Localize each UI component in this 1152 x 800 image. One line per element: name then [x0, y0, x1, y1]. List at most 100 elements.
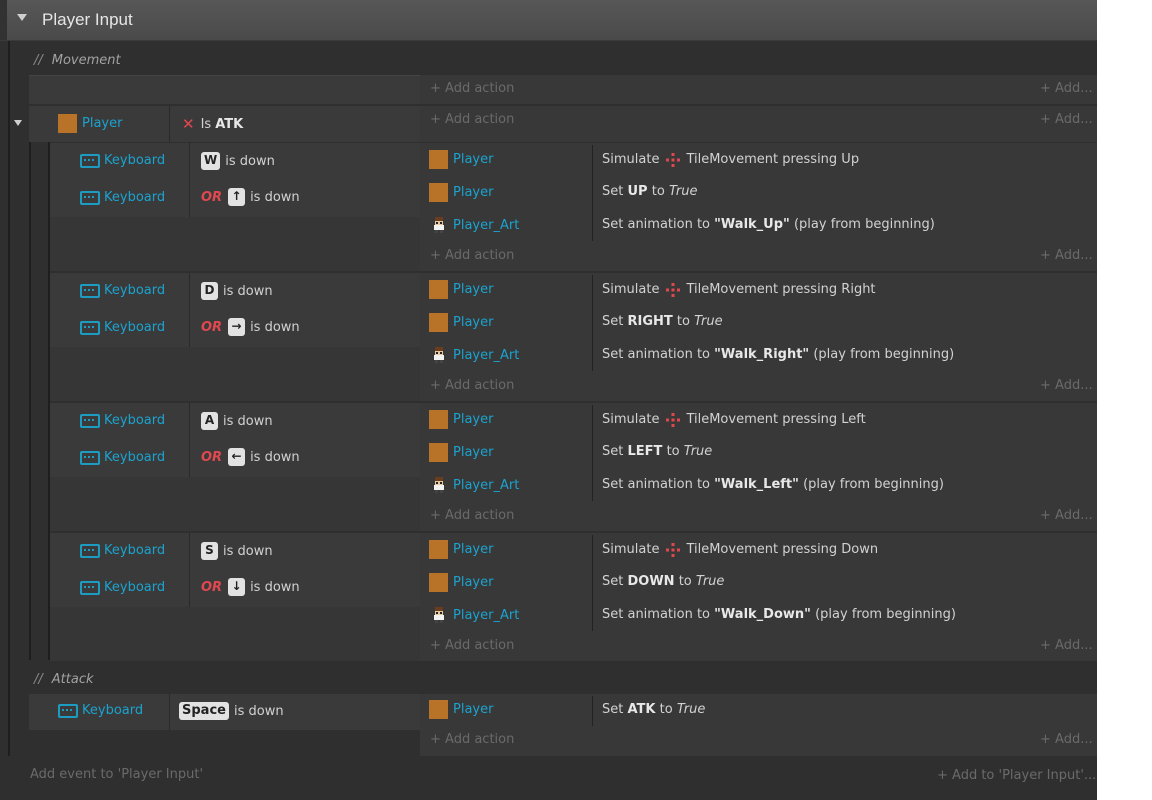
action-simulate[interactable]: Simulate TileMovement pressing Left — [602, 412, 866, 427]
action-object[interactable]: Player — [429, 700, 493, 719]
action-text: (play from beginning) — [815, 607, 956, 622]
animation-name: "Walk_Up" — [714, 217, 790, 232]
add-other-link[interactable]: + Add... — [1040, 378, 1093, 393]
condition-key-down[interactable]: W is down — [201, 152, 275, 170]
condition-or-key-down[interactable]: OR → is down — [201, 318, 300, 336]
action-object[interactable]: Player_Art — [432, 217, 519, 233]
key-badge: ← — [228, 448, 246, 466]
condition-object[interactable]: Keyboard — [80, 153, 165, 168]
condition-or-key-down[interactable]: OR ↓ is down — [201, 578, 300, 596]
action-object[interactable]: Player — [429, 150, 493, 169]
action-simulate[interactable]: Simulate TileMovement pressing Right — [602, 282, 876, 297]
cell-divider — [169, 694, 170, 730]
object-name: Player — [453, 152, 494, 167]
action-set-variable[interactable]: Set UP to True — [602, 184, 697, 199]
cell-divider — [169, 106, 170, 142]
event-player-atk-actions — [420, 106, 1097, 142]
action-set-atk[interactable]: Set ATK to True — [602, 702, 705, 717]
add-other-link[interactable]: + Add... — [1040, 732, 1093, 747]
empty-event-conditions[interactable] — [29, 75, 420, 104]
condition-or-key-down[interactable]: OR ← is down — [201, 448, 300, 466]
add-action-link[interactable]: + Add action — [430, 248, 514, 263]
cell-divider — [189, 273, 190, 347]
action-object[interactable]: Player — [429, 573, 493, 592]
condition-object[interactable]: Keyboard — [80, 413, 165, 428]
collapse-triangle-icon[interactable] — [17, 14, 27, 21]
add-other-link[interactable]: + Add... — [1040, 81, 1093, 96]
keyboard-icon — [80, 413, 100, 428]
add-other-link[interactable]: + Add... — [1040, 508, 1093, 523]
add-action-link[interactable]: + Add action — [430, 112, 514, 127]
or-label: OR — [201, 189, 223, 205]
action-set-variable[interactable]: Set LEFT to True — [602, 444, 712, 459]
comment-movement[interactable]: // Movement — [29, 47, 1097, 73]
action-simulate[interactable]: Simulate TileMovement pressing Down — [602, 542, 878, 557]
add-other-link[interactable]: + Add... — [1040, 112, 1093, 127]
condition-key-down[interactable]: S is down — [201, 542, 273, 560]
action-object[interactable]: Player — [429, 540, 493, 559]
action-simulate[interactable]: Simulate TileMovement pressing Up — [602, 152, 859, 167]
condition-object[interactable]: Keyboard — [80, 543, 165, 558]
cell-divider — [189, 403, 190, 477]
action-object[interactable]: Player — [429, 313, 493, 332]
player-object-icon — [429, 443, 448, 462]
condition-or-key-down[interactable]: OR ↑ is down — [201, 188, 300, 206]
player-object-icon — [429, 150, 448, 169]
condition-key-down[interactable]: Space is down — [179, 702, 284, 720]
action-text: (play from beginning) — [793, 217, 935, 232]
action-set-animation[interactable]: Set animation to "Walk_Up" (play from be… — [602, 217, 935, 232]
event-collapse-triangle-icon[interactable] — [14, 120, 22, 126]
condition-object[interactable]: Keyboard — [80, 283, 165, 298]
condition-text: is down — [223, 543, 273, 559]
action-object[interactable]: Player — [429, 443, 493, 462]
condition-object[interactable]: Keyboard — [80, 580, 165, 595]
action-object[interactable]: Player_Art — [432, 607, 519, 623]
action-divider — [592, 535, 593, 631]
animation-name: "Walk_Left" — [714, 477, 799, 492]
action-value: True — [695, 574, 725, 589]
add-other-link[interactable]: + Add... — [1040, 248, 1093, 263]
condition-key-down[interactable]: D is down — [201, 282, 273, 300]
player-art-sprite-icon — [432, 217, 446, 233]
add-action-link[interactable]: + Add action — [430, 508, 514, 523]
player-object-icon — [429, 280, 448, 299]
add-action-link[interactable]: + Add action — [430, 638, 514, 653]
condition-object[interactable]: Player — [58, 114, 122, 133]
condition-is-atk[interactable]: ✕ Is ATK — [182, 115, 243, 133]
action-set-animation[interactable]: Set animation to "Walk_Left" (play from … — [602, 477, 944, 492]
action-set-animation[interactable]: Set animation to "Walk_Right" (play from… — [602, 347, 954, 362]
object-name: Keyboard — [104, 320, 166, 335]
comment-text: Attack — [51, 671, 94, 687]
condition-object[interactable]: Keyboard — [80, 320, 165, 335]
keyboard-icon — [58, 703, 78, 718]
action-object[interactable]: Player — [429, 280, 493, 299]
condition-variable: ATK — [215, 116, 244, 132]
object-name: Player_Art — [453, 217, 520, 233]
add-other-link[interactable]: + Add... — [1040, 638, 1093, 653]
tilemovement-icon — [666, 412, 681, 427]
action-text: to — [651, 184, 665, 199]
action-text: TileMovement pressing Left — [686, 412, 866, 427]
keyboard-icon — [80, 580, 100, 595]
add-event-link[interactable]: Add event to 'Player Input' — [30, 767, 203, 782]
action-text: Set — [602, 184, 624, 199]
action-set-animation[interactable]: Set animation to "Walk_Down" (play from … — [602, 607, 956, 622]
action-object[interactable]: Player — [429, 183, 493, 202]
action-set-variable[interactable]: Set DOWN to True — [602, 574, 724, 589]
add-action-link[interactable]: + Add action — [430, 732, 514, 747]
action-object[interactable]: Player_Art — [432, 347, 519, 363]
comment-attack[interactable]: // Attack — [29, 666, 1097, 692]
condition-key-down[interactable]: A is down — [201, 412, 273, 430]
group-header[interactable]: Player Input — [0, 0, 1097, 41]
condition-object[interactable]: Keyboard — [80, 450, 165, 465]
action-object[interactable]: Player — [429, 410, 493, 429]
add-to-group-link[interactable]: + Add to 'Player Input'... — [937, 768, 1096, 783]
condition-object[interactable]: Keyboard — [58, 703, 143, 718]
action-variable: LEFT — [627, 444, 663, 459]
action-set-variable[interactable]: Set RIGHT to True — [602, 314, 723, 329]
condition-object[interactable]: Keyboard — [80, 190, 165, 205]
add-action-link[interactable]: + Add action — [430, 378, 514, 393]
add-action-link[interactable]: + Add action — [430, 81, 514, 96]
object-name: Keyboard — [82, 703, 144, 718]
action-object[interactable]: Player_Art — [432, 477, 519, 493]
